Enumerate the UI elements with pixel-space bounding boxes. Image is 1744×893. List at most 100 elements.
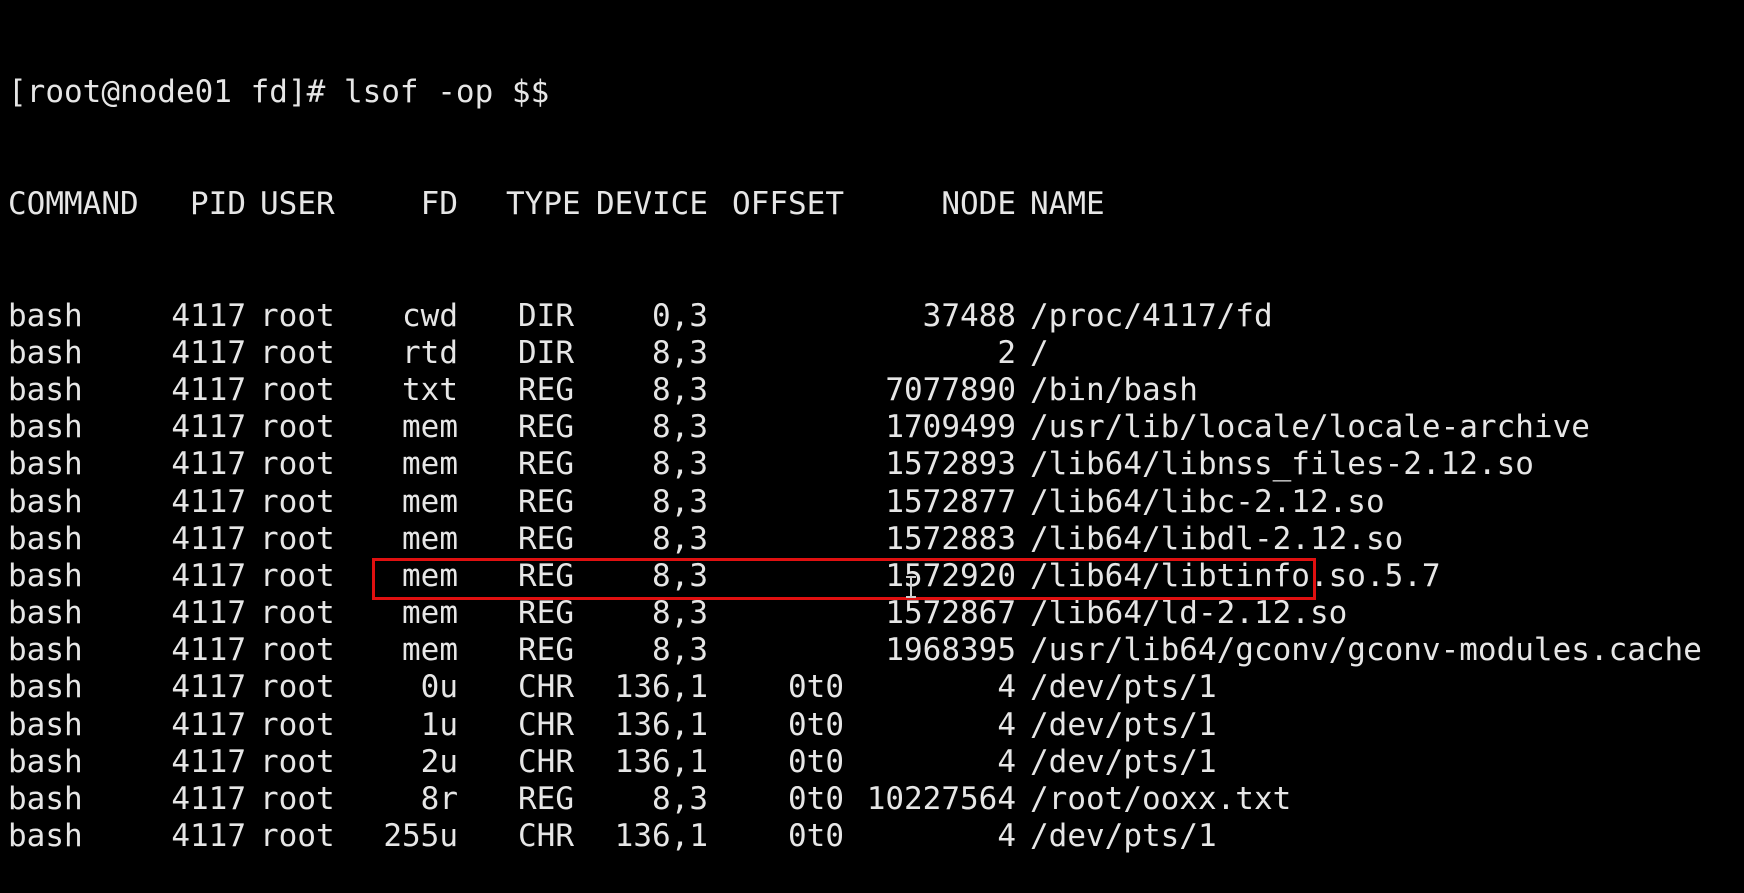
cell-pid: 4117 bbox=[171, 706, 246, 743]
cell-node: 10227564 bbox=[866, 781, 1016, 818]
table-row: bash 4117 root mem REG 8,3 1572883/lib64/libdl… bbox=[8, 521, 1738, 558]
table-row: bash 4117 root mem REG 8,3 1572877/lib64/libc-… bbox=[8, 484, 1738, 521]
cell-device: 8,3 bbox=[652, 371, 708, 408]
header-offset: OFFSET bbox=[732, 186, 844, 222]
cell-fd: mem bbox=[402, 557, 458, 594]
cell-user: root bbox=[260, 743, 335, 780]
table-header-row: COMMAND PID USER FD TYPE DEVICE OFFSET N… bbox=[8, 186, 1738, 223]
table-row: bash 4117 root 8r REG 8,3 0t0 10227564/root/oox… bbox=[8, 781, 1738, 818]
cell-fd: mem bbox=[402, 409, 458, 446]
cell-name: /proc/4117/fd bbox=[1030, 297, 1273, 334]
cell-user: root bbox=[260, 483, 335, 520]
cell-user: root bbox=[260, 781, 335, 818]
cell-node: 1572920 bbox=[885, 557, 1016, 594]
cell-name: / bbox=[1030, 334, 1049, 371]
cell-type: REG bbox=[518, 520, 574, 557]
table-row: bash 4117 root mem REG 8,3 1709499/usr/lib/loc… bbox=[8, 409, 1738, 446]
cell-offset: 0t0 bbox=[788, 743, 844, 780]
cell-fd: mem bbox=[402, 595, 458, 632]
cell-user: root bbox=[260, 595, 335, 632]
cell-command: bash bbox=[8, 557, 83, 594]
cell-name: /usr/lib/locale/locale-archive bbox=[1030, 409, 1590, 446]
cell-command: bash bbox=[8, 706, 83, 743]
cell-user: root bbox=[260, 520, 335, 557]
cell-type: CHR bbox=[518, 743, 574, 780]
cell-type: DIR bbox=[518, 297, 574, 334]
cell-name: /dev/pts/1 bbox=[1030, 706, 1217, 743]
cell-pid: 4117 bbox=[171, 520, 246, 557]
header-node: NODE bbox=[941, 186, 1016, 222]
table-row: bash 4117 root cwd DIR 0,3 37488/proc/4117/fd bbox=[8, 298, 1738, 335]
cell-command: bash bbox=[8, 409, 83, 446]
cell-fd: 0u bbox=[420, 669, 458, 706]
table-row: bash 4117 root 1u CHR 136,1 0t0 4/dev/pts/1 bbox=[8, 707, 1738, 744]
cell-command: bash bbox=[8, 446, 83, 483]
cell-device: 136,1 bbox=[614, 669, 708, 706]
cell-type: CHR bbox=[518, 669, 574, 706]
table-row: bash 4117 root txt REG 8,3 7077890/bin/bash bbox=[8, 372, 1738, 409]
table-row: bash 4117 root 0u CHR 136,1 0t0 4/dev/pts/1 bbox=[8, 669, 1738, 706]
cell-node: 1709499 bbox=[885, 409, 1016, 446]
terminal-window[interactable]: [root@node01 fd]# lsof -op $$ COMMAND PI… bbox=[8, 0, 1738, 854]
cell-fd: mem bbox=[402, 483, 458, 520]
prompt-line: [root@node01 fd]# lsof -op $$ bbox=[8, 74, 1738, 111]
cell-node: 4 bbox=[997, 669, 1016, 706]
cell-device: 8,3 bbox=[652, 446, 708, 483]
cell-node: 1572893 bbox=[885, 446, 1016, 483]
cell-user: root bbox=[260, 706, 335, 743]
cell-fd: cwd bbox=[402, 297, 458, 334]
table-row: bash 4117 root mem REG 8,3 1572893/lib64/libns… bbox=[8, 446, 1738, 483]
cell-offset: 0t0 bbox=[788, 781, 844, 818]
cell-device: 8,3 bbox=[652, 483, 708, 520]
cell-type: CHR bbox=[518, 706, 574, 743]
cell-command: bash bbox=[8, 595, 83, 632]
cell-device: 136,1 bbox=[614, 706, 708, 743]
text-cursor-icon bbox=[906, 576, 916, 598]
table-row: bash 4117 root rtd DIR 8,3 2 / bbox=[8, 335, 1738, 372]
cell-pid: 4117 bbox=[171, 781, 246, 818]
cell-command: bash bbox=[8, 334, 83, 371]
cell-user: root bbox=[260, 297, 335, 334]
table-row: bash 4117 root mem REG 8,3 1572920/lib64/libti… bbox=[8, 558, 1738, 595]
cell-name: /lib64/libtinfo.so.5.7 bbox=[1030, 557, 1441, 594]
cell-pid: 4117 bbox=[171, 669, 246, 706]
cell-device: 8,3 bbox=[652, 520, 708, 557]
cell-command: bash bbox=[8, 371, 83, 408]
header-pid: PID bbox=[190, 186, 246, 222]
cell-device: 8,3 bbox=[652, 409, 708, 446]
lsof-output-rows: bash 4117 root cwd DIR 0,3 37488/proc/4117/fd b… bbox=[8, 298, 1738, 856]
cell-type: REG bbox=[518, 557, 574, 594]
cell-type: REG bbox=[518, 483, 574, 520]
cell-name: /lib64/libnss_files-2.12.so bbox=[1030, 446, 1534, 483]
cell-device: 136,1 bbox=[614, 818, 708, 855]
cell-name: /bin/bash bbox=[1030, 371, 1198, 408]
cell-pid: 4117 bbox=[171, 297, 246, 334]
cell-name: /lib64/libc-2.12.so bbox=[1030, 483, 1385, 520]
cell-name: /lib64/ld-2.12.so bbox=[1030, 595, 1348, 632]
cell-user: root bbox=[260, 557, 335, 594]
cell-pid: 4117 bbox=[171, 334, 246, 371]
cell-pid: 4117 bbox=[171, 557, 246, 594]
cell-fd: 8r bbox=[420, 781, 458, 818]
cell-pid: 4117 bbox=[171, 743, 246, 780]
cell-fd: 1u bbox=[420, 706, 458, 743]
cell-pid: 4117 bbox=[171, 818, 246, 855]
table-row: bash 4117 root 255u CHR 136,1 0t0 4/dev/pts/1 bbox=[8, 818, 1738, 855]
cell-fd: mem bbox=[402, 520, 458, 557]
cell-offset: 0t0 bbox=[788, 706, 844, 743]
header-user: USER bbox=[260, 186, 335, 222]
table-row: bash 4117 root 2u CHR 136,1 0t0 4/dev/pts/1 bbox=[8, 744, 1738, 781]
cell-fd: rtd bbox=[402, 334, 458, 371]
header-type: TYPE bbox=[506, 186, 581, 222]
cell-command: bash bbox=[8, 297, 83, 334]
cell-type: CHR bbox=[518, 818, 574, 855]
cell-pid: 4117 bbox=[171, 595, 246, 632]
cell-offset: 0t0 bbox=[788, 669, 844, 706]
cell-user: root bbox=[260, 334, 335, 371]
cell-type: REG bbox=[518, 781, 574, 818]
cell-command: bash bbox=[8, 669, 83, 706]
cell-device: 8,3 bbox=[652, 781, 708, 818]
header-command: COMMAND bbox=[8, 186, 139, 222]
cell-user: root bbox=[260, 818, 335, 855]
cell-fd: 255u bbox=[383, 818, 458, 855]
